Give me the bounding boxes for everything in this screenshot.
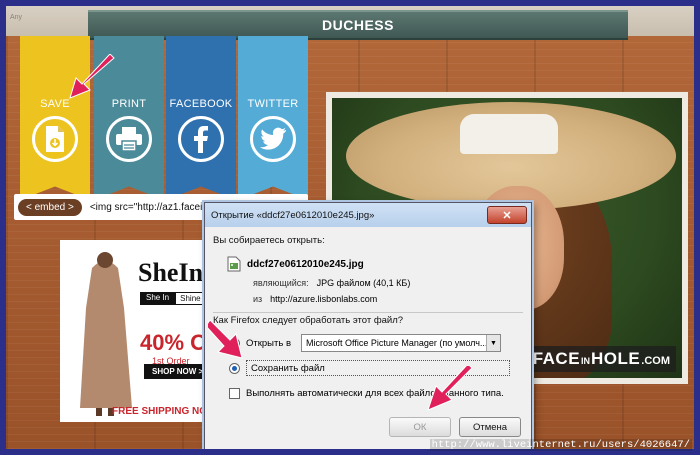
auto-action-label: Выполнять автоматически для всех файлов … <box>246 388 504 399</box>
facebook-label: FACEBOOK <box>169 98 233 110</box>
save-label: SAVE <box>40 98 70 110</box>
save-file-row[interactable]: Сохранить файл <box>229 360 523 376</box>
page-title: DUCHESS <box>322 17 394 33</box>
file-type-value: JPG файлом (40,1 КБ) <box>316 278 411 288</box>
open-with-app-value: Microsoft Office Picture Manager (по умо… <box>306 338 488 348</box>
file-source-label: из <box>253 294 263 304</box>
print-button[interactable]: PRINT <box>94 36 164 186</box>
facebook-icon <box>178 116 224 162</box>
save-file-radio[interactable] <box>229 362 240 374</box>
file-source-value: http://azure.lisbonlabs.com <box>270 294 378 304</box>
twitter-label: TWITTER <box>247 98 299 110</box>
save-file-label: Сохранить файл <box>251 362 325 374</box>
printer-icon <box>106 116 152 162</box>
print-label: PRINT <box>111 98 147 110</box>
shein-logo: SheIn <box>138 258 204 287</box>
save-button[interactable]: SAVE <box>20 36 90 186</box>
facebook-button[interactable]: FACEBOOK <box>166 36 236 186</box>
file-row: ddcf27e0612010e245.jpg <box>227 256 523 272</box>
open-with-app-select[interactable]: Microsoft Office Picture Manager (по умо… <box>301 334 501 352</box>
model-figure-icon <box>80 252 132 416</box>
save-download-icon <box>32 116 78 162</box>
file-type-label: являющийся: <box>253 278 309 288</box>
open-with-label: Открыть в <box>246 337 291 349</box>
faceinhole-watermark: FACE IN HOLE .COM <box>526 346 676 372</box>
dialog-titlebar[interactable]: Открытие «ddcf27e0612010e245.jpg» ✕ <box>205 203 531 227</box>
watermark-face: FACE <box>532 349 581 368</box>
tagline-shein: She In <box>140 292 176 305</box>
dialog-body: Вы собираетесь открыть: ddcf27e0612010e2… <box>213 233 523 399</box>
file-type-row: являющийся: JPG файлом (40,1 КБ) <box>253 278 523 288</box>
duchess-app-stage: Any DUCHESS SAVE PRINT FACEBOOK TWITTER … <box>6 6 694 449</box>
image-file-icon <box>227 256 241 272</box>
shop-now-button[interactable]: SHOP NOW > <box>144 364 212 379</box>
hat-band-shape <box>460 114 558 154</box>
cancel-button[interactable]: Отмена <box>459 417 521 437</box>
close-icon[interactable]: ✕ <box>487 206 527 224</box>
watermark-com: .COM <box>641 355 670 367</box>
file-action-group: Как Firefox следует обработать этот файл… <box>213 312 523 399</box>
embed-badge: < embed > <box>18 198 82 216</box>
open-with-radio[interactable] <box>229 337 240 349</box>
watermark-in: IN <box>581 356 591 366</box>
twitter-icon <box>250 116 296 162</box>
auto-action-checkbox[interactable] <box>229 388 240 399</box>
file-action-question: Как Firefox следует обработать этот файл… <box>213 315 404 326</box>
open-with-row[interactable]: Открыть в Microsoft Office Picture Manag… <box>229 334 523 352</box>
file-source-row: из http://azure.lisbonlabs.com <box>253 294 523 304</box>
embed-code-text: <img src="http://az1.faceinho <box>89 201 219 213</box>
ok-button[interactable]: ОК <box>389 417 451 437</box>
file-name: ddcf27e0612010e245.jpg <box>247 258 364 270</box>
source-url-caption: http://www.liveinternet.ru/users/4026647… <box>429 439 692 451</box>
chevron-down-icon: ▼ <box>486 335 500 351</box>
dialog-title: Открытие «ddcf27e0612010e245.jpg» <box>211 209 375 221</box>
file-open-dialog: Открытие «ddcf27e0612010e245.jpg» ✕ Вы с… <box>204 202 532 449</box>
save-file-focus-box: Сохранить файл <box>246 360 510 376</box>
top-label: Any <box>10 14 23 21</box>
twitter-button[interactable]: TWITTER <box>238 36 308 186</box>
dialog-intro: Вы собираетесь открыть: <box>213 235 325 246</box>
auto-action-row[interactable]: Выполнять автоматически для всех файлов … <box>229 388 523 399</box>
dialog-buttons: ОК Отмена <box>389 417 521 437</box>
watermark-hole: HOLE <box>591 349 641 368</box>
